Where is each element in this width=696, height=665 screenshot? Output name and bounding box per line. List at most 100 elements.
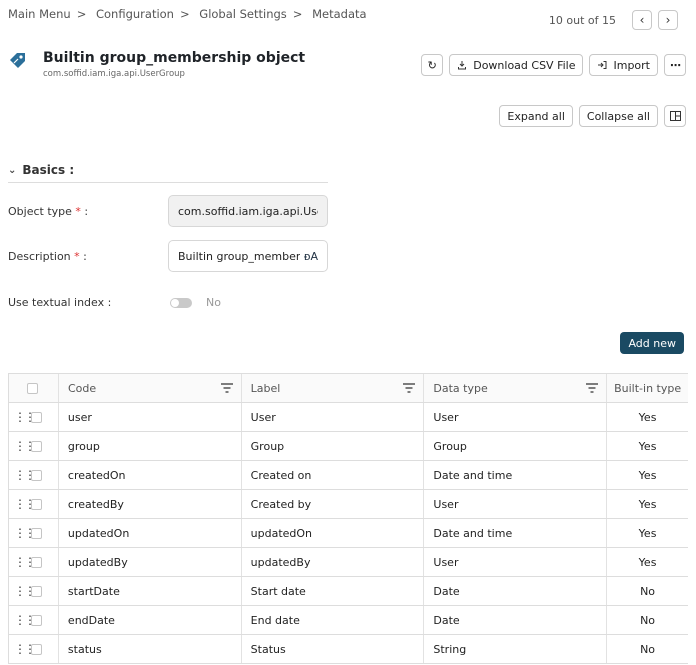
table-row[interactable]: ⋮⋮ user User User Yes	[9, 403, 688, 432]
row-checkbox[interactable]	[31, 556, 42, 568]
import-label: Import	[613, 58, 650, 72]
breadcrumb: Main Menu > Configuration > Global Setting…	[8, 7, 373, 21]
description-label: Description * :	[8, 249, 87, 263]
drag-handle-icon[interactable]: ⋮⋮	[14, 469, 36, 481]
cell-data-type: User	[424, 403, 608, 431]
table-row[interactable]: ⋮⋮ status Status String No	[9, 635, 688, 664]
pager-count: 10 out of 15	[548, 13, 616, 27]
row-checkbox[interactable]	[31, 440, 42, 452]
collapse-all-button[interactable]: Collapse all	[578, 105, 658, 127]
row-checkbox[interactable]	[31, 498, 42, 510]
table-row[interactable]: ⋮⋮ endDate End date Date No	[9, 606, 688, 635]
description-row: Description * : Builtin group_membership…	[8, 240, 328, 272]
breadcrumb-separator: >	[179, 7, 190, 21]
cell-code: updatedOn	[59, 519, 242, 547]
breadcrumb-global-settings[interactable]: Global Settings	[199, 7, 287, 21]
row-checkbox[interactable]	[31, 527, 42, 539]
breadcrumb-main-menu[interactable]: Main Menu	[8, 7, 71, 21]
row-checkbox[interactable]	[31, 411, 42, 423]
translate-icon[interactable]: ᴆA	[304, 250, 318, 263]
expand-all-label: Expand all	[507, 109, 565, 123]
object-type-field[interactable]: com.soffid.iam.iga.api.UserGroup	[168, 195, 328, 227]
drag-handle-icon[interactable]: ⋮⋮	[14, 498, 36, 510]
drag-handle-icon[interactable]: ⋮⋮	[14, 643, 36, 655]
next-button[interactable]: ›	[658, 10, 678, 30]
cell-label: Created by	[242, 490, 425, 518]
download-icon	[458, 61, 467, 70]
more-icon: ⋯	[670, 58, 681, 72]
cell-builtin-type: Yes	[638, 497, 657, 511]
page-title: Builtin group_membership object	[43, 50, 306, 66]
row-checkbox[interactable]	[31, 585, 42, 597]
breadcrumb-configuration[interactable]: Configuration	[96, 7, 174, 21]
table-row[interactable]: ⋮⋮ startDate Start date Date No	[9, 577, 688, 606]
table-row[interactable]: ⋮⋮ updatedBy updatedBy User Yes	[9, 548, 688, 577]
drag-handle-icon[interactable]: ⋮⋮	[14, 411, 36, 423]
pager: 10 out of 15 ‹ ›	[549, 10, 678, 30]
expand-all-button[interactable]: Expand all	[499, 105, 573, 127]
chevron-left-icon: ‹	[639, 13, 645, 27]
basics-section-header[interactable]: ⌄ Basics :	[8, 158, 328, 183]
layout-button[interactable]	[664, 105, 686, 127]
drag-handle-icon[interactable]: ⋮⋮	[14, 527, 36, 539]
cell-data-type: String	[424, 635, 608, 663]
cell-code: user	[59, 403, 242, 431]
header-toolbar: ↻ Download CSV File Import ⋯	[421, 54, 686, 76]
cell-label: Start date	[242, 577, 425, 605]
row-checkbox[interactable]	[31, 614, 42, 626]
cell-builtin-type: Yes	[638, 410, 657, 424]
cell-label: updatedBy	[242, 548, 425, 576]
column-header-data-type[interactable]: Data type	[424, 374, 608, 402]
cell-builtin-type: Yes	[638, 555, 657, 569]
drag-handle-icon[interactable]: ⋮⋮	[14, 440, 36, 452]
refresh-icon: ↻	[427, 58, 437, 72]
filter-icon[interactable]	[220, 383, 233, 393]
textual-index-value: No	[206, 296, 221, 309]
textual-index-toggle[interactable]	[170, 297, 192, 308]
table-body: ⋮⋮ user User User Yes ⋮⋮ group Group Group Yes ⋮⋮ c…	[9, 403, 688, 664]
import-button[interactable]: Import	[589, 54, 658, 76]
refresh-button[interactable]: ↻	[421, 54, 444, 76]
row-checkbox[interactable]	[31, 643, 42, 655]
cell-label: Created on	[242, 461, 425, 489]
textual-index-row: Use textual index : No	[8, 296, 221, 309]
cell-label: Status	[242, 635, 425, 663]
column-header-label[interactable]: Label	[242, 374, 425, 402]
page-header: Builtin group_membership object com.soff…	[8, 50, 305, 79]
cell-builtin-type: No	[640, 642, 656, 656]
cell-data-type: User	[424, 548, 608, 576]
filter-icon[interactable]	[586, 383, 599, 393]
cell-code: endDate	[59, 606, 242, 634]
cell-builtin-type: No	[640, 613, 656, 627]
drag-handle-icon[interactable]: ⋮⋮	[14, 614, 36, 626]
table-row[interactable]: ⋮⋮ group Group Group Yes	[9, 432, 688, 461]
table-row[interactable]: ⋮⋮ createdOn Created on Date and time Yes	[9, 461, 688, 490]
view-toolbar: Expand all Collapse all	[499, 105, 686, 127]
more-options-button[interactable]: ⋯	[664, 54, 686, 76]
cell-code: updatedBy	[59, 548, 242, 576]
chevron-down-icon: ⌄	[8, 164, 17, 176]
download-csv-button[interactable]: Download CSV File	[449, 54, 584, 76]
chevron-right-icon: ›	[665, 13, 671, 27]
breadcrumb-metadata[interactable]: Metadata	[312, 7, 366, 21]
cell-code: createdBy	[59, 490, 242, 518]
cell-builtin-type: Yes	[638, 439, 657, 453]
table-row[interactable]: ⋮⋮ updatedOn updatedOn Date and time Yes	[9, 519, 688, 548]
cell-data-type: Date	[424, 606, 608, 634]
cell-label: Group	[242, 432, 425, 460]
cell-label: User	[242, 403, 425, 431]
filter-icon[interactable]	[403, 383, 416, 393]
collapse-all-label: Collapse all	[586, 109, 650, 123]
previous-button[interactable]: ‹	[632, 10, 652, 30]
select-all-checkbox[interactable]	[27, 382, 38, 394]
row-checkbox[interactable]	[31, 469, 42, 481]
column-header-builtin-type[interactable]: Built-in type	[607, 374, 688, 402]
drag-handle-icon[interactable]: ⋮⋮	[14, 556, 36, 568]
column-header-code[interactable]: Code	[59, 374, 242, 402]
add-new-button[interactable]: Add new	[620, 332, 684, 354]
description-field[interactable]: Builtin group_membership object ᴆA	[168, 240, 328, 272]
textual-index-label: Use textual index :	[8, 296, 112, 309]
cell-label: updatedOn	[242, 519, 425, 547]
drag-handle-icon[interactable]: ⋮⋮	[14, 585, 36, 597]
table-row[interactable]: ⋮⋮ createdBy Created by User Yes	[9, 490, 688, 519]
